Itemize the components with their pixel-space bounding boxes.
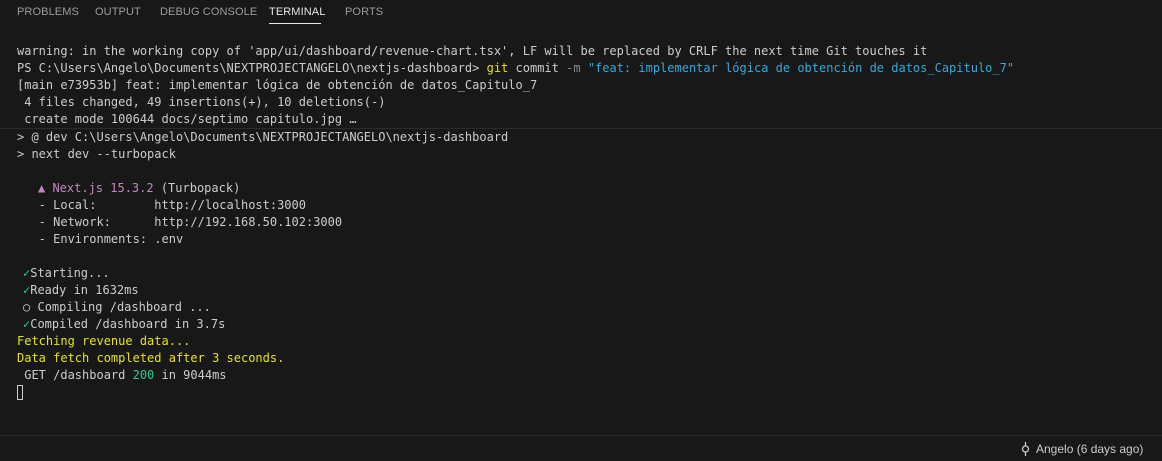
git-commit-icon <box>1020 442 1031 456</box>
ready-line: ✓Ready in 1632ms <box>23 282 139 299</box>
dev-script-line: > @ dev C:\Users\Angelo\Documents\NEXTPR… <box>17 130 509 144</box>
git-blame-status[interactable]: Angelo (6 days ago) <box>1020 441 1143 457</box>
starting-line: ✓Starting... <box>23 265 110 282</box>
fetch-completed-line: Data fetch completed after 3 seconds. <box>17 350 284 367</box>
git-blame-label: Angelo (6 days ago) <box>1036 442 1144 456</box>
fetching-line: Fetching revenue data... <box>17 334 191 348</box>
local-url-line: - Local: http://localhost:3000 <box>17 198 306 212</box>
ready-text: Ready in 1632ms <box>30 283 139 297</box>
starting-text: Starting... <box>30 266 110 280</box>
compiled-text: Compiled /dashboard in 3.7s <box>30 317 226 331</box>
shell-prompt: PS C:\Users\Angelo\Documents\NEXTPROJECT… <box>17 61 480 75</box>
nextjs-brand: ▲ Next.js 15.3.2 <box>38 181 154 195</box>
commit-result-line: [main e73953b] feat: implementar lógica … <box>17 78 538 92</box>
tab-terminal[interactable]: TERMINAL <box>269 6 325 18</box>
tab-debug-console[interactable]: DEBUG CONSOLE <box>160 6 257 18</box>
command-flag: -m <box>566 61 581 75</box>
git-warning-line: warning: in the working copy of 'app/ui/… <box>17 44 928 58</box>
compiling-line: ○ Compiling /dashboard ... <box>23 299 211 316</box>
environments-line: - Environments: .env <box>17 232 184 246</box>
http-status-code: 200 <box>132 368 155 382</box>
tab-ports[interactable]: PORTS <box>345 6 383 18</box>
compiling-text: Compiling /dashboard ... <box>37 300 211 314</box>
fetch-message: fetch completed after 3 seconds. <box>53 351 285 365</box>
command-git: git <box>486 61 509 75</box>
commit-message-string: "feat: implementar lógica de obtención d… <box>587 61 1015 75</box>
terminal-cursor <box>17 385 23 400</box>
commit-stats-line: 4 files changed, 49 insertions(+), 10 de… <box>17 95 386 109</box>
fetch-prefix: Data <box>17 351 54 365</box>
status-bar: Angelo (6 days ago) <box>0 435 1162 461</box>
next-dev-line: > next dev --turbopack <box>17 147 176 161</box>
tab-output[interactable]: OUTPUT <box>95 6 141 18</box>
compiled-line: ✓Compiled /dashboard in 3.7s <box>23 316 225 333</box>
network-url-line: - Network: http://192.168.50.102:3000 <box>17 215 343 229</box>
nextjs-version-line: ▲ Next.js 15.3.2 (Turbopack) <box>38 180 240 197</box>
circle-icon: ○ <box>23 300 31 314</box>
get-path: GET /dashboard <box>17 368 133 382</box>
active-tab-indicator <box>269 23 321 24</box>
panel-tab-bar: PROBLEMS OUTPUT DEBUG CONSOLE TERMINAL P… <box>0 0 1162 26</box>
get-duration: in 9044ms <box>154 368 227 382</box>
get-request-line: GET /dashboard 200 in 9044ms <box>17 367 227 384</box>
create-mode-line: create mode 100644 docs/septimo capitulo… <box>17 112 357 126</box>
command-subcommand: commit <box>515 61 559 75</box>
tab-problems[interactable]: PROBLEMS <box>17 6 79 18</box>
terminal-output[interactable]: warning: in the working copy of 'app/ui/… <box>0 26 1162 435</box>
git-commit-command-line: PS C:\Users\Angelo\Documents\NEXTPROJECT… <box>17 60 1014 77</box>
turbopack-label: (Turbopack) <box>153 181 241 195</box>
